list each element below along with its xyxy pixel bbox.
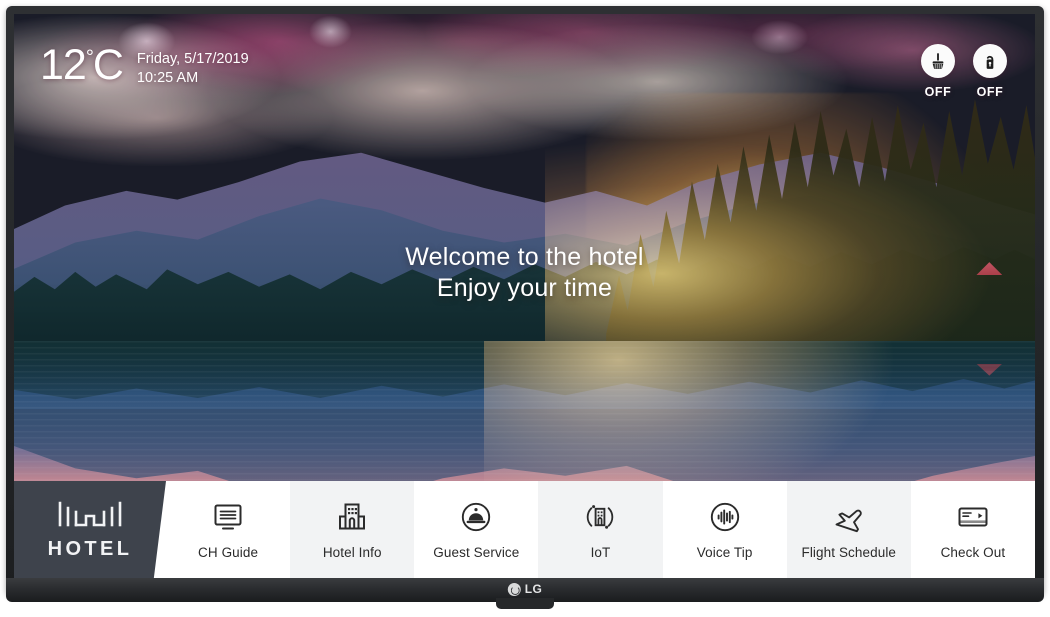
menu-label-voice-tip: Voice Tip: [696, 544, 753, 560]
current-time: 10:25 AM: [136, 70, 199, 87]
lg-brand-logo: LG: [507, 582, 543, 596]
weather-clock-widget: 12°C Friday, 5/17/2019 10:25 AM: [40, 44, 249, 88]
do-not-disturb-status[interactable]: OFF: [973, 44, 1007, 99]
temperature-value: 12: [40, 41, 87, 89]
menu-label-check-out: Check Out: [940, 544, 1006, 560]
building-icon: [339, 503, 366, 529]
menu-item-check-out[interactable]: Check Out: [910, 481, 1035, 578]
credit-card-icon: [958, 507, 988, 526]
lg-circle-icon: [507, 582, 521, 596]
service-bell-icon: [462, 502, 491, 531]
lg-brand-text: LG: [524, 582, 543, 596]
menu-item-flight-schedule[interactable]: Flight Schedule: [786, 481, 911, 578]
television-device: 12°C Friday, 5/17/2019 10:25 AM OFF OFF …: [0, 0, 1050, 617]
menu-item-guest-service[interactable]: Guest Service: [414, 481, 539, 578]
current-date: Friday, 5/17/2019: [136, 51, 249, 67]
airplane-icon: [835, 509, 862, 532]
tv-screen: 12°C Friday, 5/17/2019 10:25 AM OFF OFF …: [14, 14, 1035, 578]
voice-waveform-icon: [710, 502, 739, 531]
hotel-brand-label: HOTEL: [47, 537, 133, 560]
menu-label-ch-guide: CH Guide: [198, 544, 259, 560]
do-not-disturb-icon: [986, 55, 994, 69]
bottom-menu-bar: HOTEL CH Guide Hotel Info Guest Service …: [14, 481, 1035, 578]
make-up-room-state: OFF: [924, 85, 952, 99]
tv-guide-icon: [214, 504, 242, 529]
temperature-unit: C: [92, 41, 124, 89]
menu-item-voice-tip[interactable]: Voice Tip: [662, 481, 787, 578]
broom-icon: [932, 53, 944, 69]
menu-label-flight-schedule: Flight Schedule: [801, 544, 897, 560]
do-not-disturb-state: OFF: [976, 85, 1004, 99]
welcome-line-2: Enjoy your time: [436, 273, 613, 302]
menu-item-hotel-info[interactable]: Hotel Info: [290, 481, 415, 578]
date-time-block: Friday, 5/17/2019 10:25 AM: [137, 44, 249, 88]
make-up-room-status[interactable]: OFF: [921, 44, 955, 99]
menu-label-guest-service: Guest Service: [433, 544, 520, 560]
iot-building-icon: [587, 504, 614, 529]
temperature-reading: 12°C: [40, 41, 124, 89]
menu-item-ch-guide[interactable]: CH Guide: [166, 481, 291, 578]
menu-label-hotel-info: Hotel Info: [322, 544, 382, 560]
menu-tiles: CH Guide Hotel Info Guest Service IoT Vo…: [166, 481, 1035, 578]
menu-label-iot: IoT: [590, 544, 611, 560]
hotel-brand-tile[interactable]: HOTEL: [14, 481, 166, 578]
tv-stand-neck: [496, 598, 554, 609]
degree-symbol: °: [85, 46, 94, 69]
welcome-line-1: Welcome to the hotel: [405, 243, 644, 271]
room-status-icons: OFF OFF: [921, 44, 1007, 99]
menu-item-iot[interactable]: IoT: [538, 481, 663, 578]
do-not-disturb-button[interactable]: [973, 44, 1007, 78]
make-up-room-button[interactable]: [921, 44, 955, 78]
welcome-message: Welcome to the hotel Enjoy your time: [14, 242, 1035, 303]
hotel-building-logo: [58, 501, 122, 526]
